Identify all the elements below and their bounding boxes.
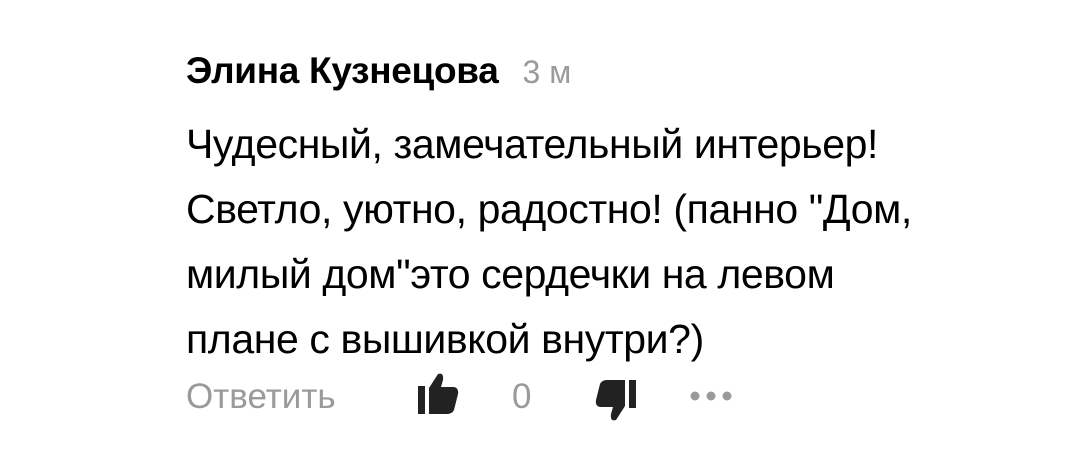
thumbs-up-icon[interactable] [414,370,462,418]
comment-time: 3 м [522,54,572,90]
comment-header: Элина Кузнецова 3 м [186,50,571,100]
comment-actions: Ответить 0 [186,370,786,426]
thumbs-down-icon[interactable] [592,376,640,424]
author-name[interactable]: Элина Кузнецова [186,50,499,92]
like-count: 0 [512,377,532,416]
more-dots-icon[interactable] [686,388,736,404]
comment-card: Элина Кузнецова 3 м Чудесный, замечатель… [0,0,1080,453]
comment-text: Чудесный, замечательный интерьер! Светло… [186,121,912,362]
reply-button[interactable]: Ответить [186,377,336,417]
